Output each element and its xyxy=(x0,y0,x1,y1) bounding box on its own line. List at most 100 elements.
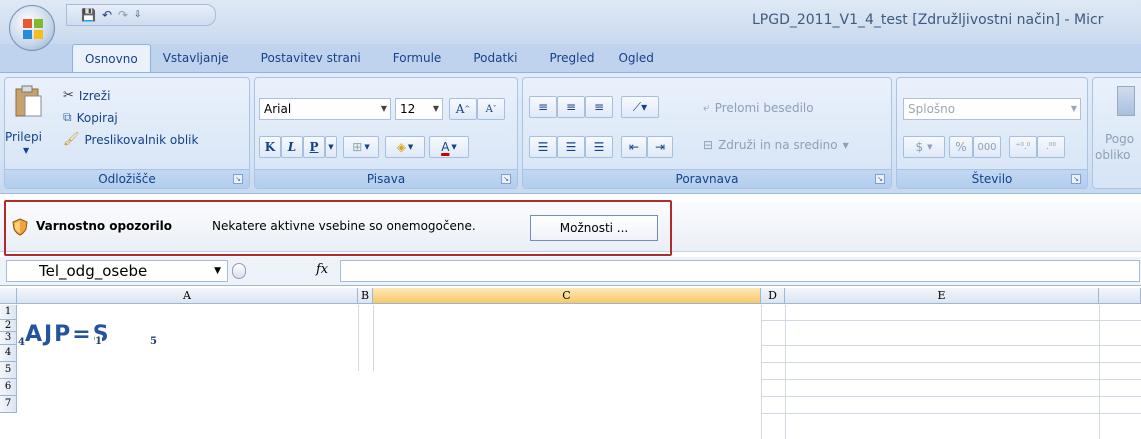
gridline xyxy=(785,305,786,439)
tab-podatki[interactable]: Podatki xyxy=(453,44,529,72)
brush-icon: 🖌 xyxy=(63,132,80,147)
formula-input[interactable] xyxy=(340,260,1140,282)
column-header-a[interactable]: A xyxy=(17,288,358,304)
column-header-e[interactable]: E xyxy=(785,288,1099,304)
paste-button[interactable]: Prilepi ▼ xyxy=(5,84,49,164)
row-header-1[interactable]: 1 xyxy=(0,305,17,320)
copy-label: Kopiraj xyxy=(76,110,118,125)
borders-button[interactable]: ⊞ ▼ xyxy=(343,136,379,158)
chevron-down-icon: ▼ xyxy=(432,104,439,113)
decrease-indent-button[interactable]: ⇤ xyxy=(621,136,647,158)
row-header-5[interactable]: 5 xyxy=(0,362,17,379)
tab-pregled[interactable]: Pregled xyxy=(529,44,606,72)
clipboard-launcher-icon[interactable]: ↘ xyxy=(233,174,243,184)
percent-button[interactable]: % xyxy=(949,136,973,158)
underline-dropdown[interactable]: ▼ xyxy=(325,136,337,158)
tab-postavitev-strani[interactable]: Postavitev strani xyxy=(241,44,373,72)
number-format-select[interactable]: Splošno ▼ xyxy=(903,98,1081,120)
name-box[interactable]: Tel_odg_osebe ▼ xyxy=(6,260,228,282)
format-painter-button[interactable]: 🖌 Preslikovalnik oblik xyxy=(63,132,198,147)
tab-osnovno[interactable]: Osnovno xyxy=(72,44,151,72)
row-header-4[interactable]: 4 xyxy=(0,345,17,362)
increase-decimal-button[interactable]: ⁺⁰.⁰ xyxy=(1009,136,1037,158)
chevron-down-icon: ▼ xyxy=(842,140,849,150)
fx-button[interactable]: fx xyxy=(316,262,328,277)
gridline xyxy=(373,305,374,371)
column-header-b[interactable]: B xyxy=(358,288,373,304)
align-center-button[interactable]: ☰ xyxy=(557,136,585,158)
bold-button[interactable]: K xyxy=(259,136,281,158)
conditional-format-label[interactable]: Pogo xyxy=(1105,132,1134,146)
highlight-frame xyxy=(4,200,672,256)
ribbon-tabs: Osnovno Vstavljanje Postavitev strani Fo… xyxy=(72,44,666,72)
align-right-button[interactable]: ☰ xyxy=(585,136,613,158)
alignment-group-label: Poravnava xyxy=(523,169,891,188)
formula-bar: Tel_odg_osebe ▼ fx xyxy=(0,257,1141,286)
name-box-value: Tel_odg_osebe xyxy=(39,262,148,280)
align-left-button[interactable]: ☰ xyxy=(529,136,557,158)
paste-dropdown-icon: ▼ xyxy=(23,146,30,155)
currency-button[interactable]: $ ▼ xyxy=(903,136,945,158)
row-header-2[interactable]: 2 xyxy=(0,320,17,332)
font-name-select[interactable]: Arial ▼ xyxy=(259,98,391,120)
chevron-down-icon: ▼ xyxy=(1070,104,1077,113)
undo-icon[interactable]: ↶ xyxy=(102,8,112,22)
merge-center-label: Združi in na sredino xyxy=(718,138,838,152)
customize-qat-icon[interactable]: ⇩ xyxy=(134,10,142,20)
font-group-label: Pisava xyxy=(255,169,517,188)
column-header-f[interactable] xyxy=(1099,288,1141,304)
window-title: LPGD_2011_V1_4_test [Združljivostni nači… xyxy=(752,12,1104,28)
thousands-button[interactable]: 000 xyxy=(973,136,1001,158)
title-bar: 💾 ↶ ↷ ⇩ LPGD_2011_V1_4_test [Združljivos… xyxy=(0,0,1141,44)
row-header-3[interactable]: 3 xyxy=(0,332,17,345)
conditional-format-label-2[interactable]: obliko xyxy=(1095,148,1131,162)
orientation-button[interactable]: ⟋▾ xyxy=(621,96,659,118)
wrap-text-label: Prelomi besedilo xyxy=(714,100,814,115)
tab-ogled[interactable]: Ogled xyxy=(606,44,665,72)
font-size-value: 12 xyxy=(400,102,416,116)
column-header-d[interactable]: D xyxy=(761,288,785,304)
subscript-5: 5 xyxy=(150,336,157,347)
font-launcher-icon[interactable]: ↘ xyxy=(501,174,511,184)
select-all-corner[interactable] xyxy=(0,288,17,304)
increase-indent-button[interactable]: ⇥ xyxy=(647,136,673,158)
formula-bar-splitter[interactable] xyxy=(232,263,246,279)
styles-group: Pogo obliko xyxy=(1092,77,1141,189)
font-color-button[interactable]: A ▼ xyxy=(429,136,469,158)
gridline xyxy=(761,379,1141,380)
number-group-label: Število xyxy=(897,169,1087,188)
row-header-7[interactable]: 7 xyxy=(0,396,17,413)
cut-button[interactable]: ✂ Izreži xyxy=(63,88,110,103)
column-header-c[interactable]: C xyxy=(373,288,761,304)
chevron-down-icon[interactable]: ▼ xyxy=(214,261,221,281)
italic-button[interactable]: L xyxy=(281,136,303,158)
align-top-button[interactable]: ≡ xyxy=(529,96,557,118)
wrap-text-button[interactable]: ⤶ Prelomi besedilo xyxy=(703,100,814,115)
tab-vstavljanje[interactable]: Vstavljanje xyxy=(151,44,241,72)
number-launcher-icon[interactable]: ↘ xyxy=(1071,174,1081,184)
conditional-format-icon xyxy=(1117,86,1135,116)
number-group: Splošno ▼ $ ▼ % 000 ⁺⁰.⁰ .⁰⁰ Število ↘ xyxy=(896,77,1088,189)
copy-button[interactable]: ⧉ Kopiraj xyxy=(63,110,118,125)
merge-center-button[interactable]: ⊟ Združi in na sredino ▼ xyxy=(703,138,849,152)
save-icon[interactable]: 💾 xyxy=(81,8,96,22)
fill-color-button[interactable]: ◈ ▼ xyxy=(385,136,425,158)
chevron-down-icon: ▼ xyxy=(380,104,387,113)
font-size-select[interactable]: 12 ▼ xyxy=(395,98,443,120)
paste-label: Prilepi xyxy=(5,130,42,144)
decrease-decimal-button[interactable]: .⁰⁰ xyxy=(1037,136,1065,158)
redo-icon[interactable]: ↷ xyxy=(118,8,128,22)
wrap-text-icon: ⤶ xyxy=(703,100,710,114)
alignment-launcher-icon[interactable]: ↘ xyxy=(875,174,885,184)
align-bottom-button[interactable]: ≡ xyxy=(585,96,613,118)
align-middle-button[interactable]: ≡ xyxy=(557,96,585,118)
subscript-4: 4 xyxy=(18,337,25,348)
grow-font-button[interactable]: A ^ xyxy=(449,98,477,120)
office-button[interactable] xyxy=(9,5,55,51)
tab-formule[interactable]: Formule xyxy=(373,44,454,72)
shrink-font-button[interactable]: Aˇ xyxy=(477,98,505,120)
row-header-6[interactable]: 6 xyxy=(0,379,17,396)
gridline xyxy=(761,345,1141,346)
underline-button[interactable]: P xyxy=(303,136,325,158)
scissors-icon: ✂ xyxy=(63,88,74,103)
